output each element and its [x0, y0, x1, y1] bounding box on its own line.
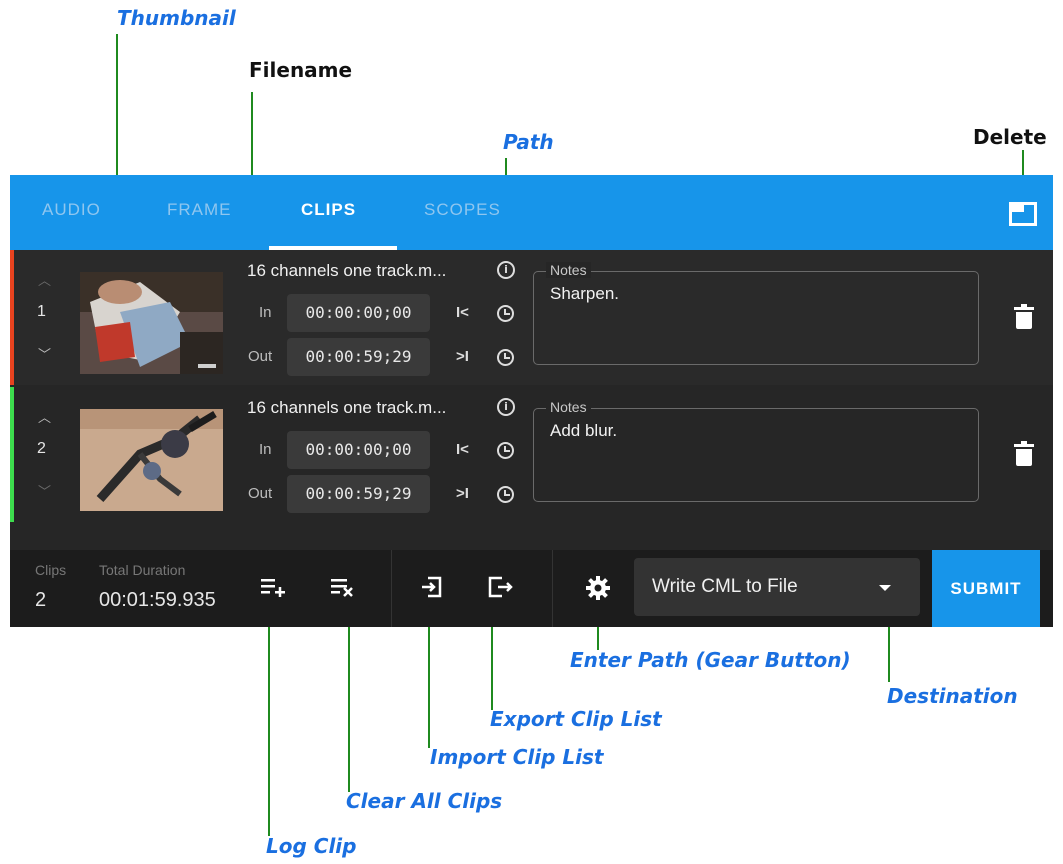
notes-field[interactable]: Notes Add blur.	[533, 399, 979, 502]
delete-clip-trash-icon[interactable]	[1014, 441, 1034, 466]
move-up-icon[interactable]: ︿	[38, 407, 51, 426]
clips-count-value: 2	[35, 589, 47, 611]
callout-enter-path: Enter Path (Gear Button)	[570, 648, 851, 672]
clip-color-stripe	[10, 387, 14, 522]
callout-log-clip: Log Clip	[266, 834, 357, 858]
out-timecode-field[interactable]: 00:00:59;29	[287, 475, 430, 513]
clip-number: 2	[37, 440, 46, 457]
in-timecode-field[interactable]: 00:00:00;00	[287, 431, 430, 469]
path-info-icon[interactable]: i	[497, 261, 515, 279]
dropdown-arrow-icon	[879, 585, 891, 591]
clip-thumbnail	[80, 409, 223, 511]
notes-text: Add blur.	[550, 421, 618, 440]
leader-destination	[888, 618, 890, 682]
leader-log-clip	[268, 600, 270, 836]
tab-scopes[interactable]: SCOPES	[424, 200, 501, 220]
destination-select[interactable]: Write CML to File	[634, 558, 920, 616]
set-out-clock-icon[interactable]	[497, 486, 514, 503]
go-to-out-icon[interactable]: >I	[456, 348, 469, 365]
go-to-in-icon[interactable]: I<	[456, 441, 469, 458]
clip-row: ︿ 2 ﹀ 16 channels one track.m... i In 00…	[10, 387, 1053, 522]
clips-panel: AUDIO FRAME CLIPS SCOPES ︿ 1 ﹀ 16 channe…	[10, 175, 1053, 627]
export-clip-list-icon[interactable]	[488, 575, 514, 604]
in-timecode-field[interactable]: 00:00:00;00	[287, 294, 430, 332]
callout-import-clip-list: Import Clip List	[430, 745, 604, 769]
tab-bar: AUDIO FRAME CLIPS SCOPES	[10, 175, 1053, 250]
clip-filename: 16 channels one track.m...	[247, 261, 447, 280]
set-out-clock-icon[interactable]	[497, 349, 514, 366]
layout-toggle-icon[interactable]	[1009, 202, 1037, 226]
delete-clip-trash-icon[interactable]	[1014, 304, 1034, 329]
path-info-icon[interactable]: i	[497, 398, 515, 416]
notes-field[interactable]: Notes Sharpen.	[533, 262, 979, 365]
tab-clips[interactable]: CLIPS	[301, 200, 356, 220]
go-to-in-icon[interactable]: I<	[456, 304, 469, 321]
set-in-clock-icon[interactable]	[497, 442, 514, 459]
submit-button[interactable]: SUBMIT	[932, 550, 1040, 627]
tab-audio[interactable]: AUDIO	[42, 200, 101, 220]
clips-count-label: Clips	[35, 562, 67, 578]
clip-color-stripe	[10, 250, 14, 385]
clips-footer: Clips 2 Total Duration 00:01:59.935 Writ…	[10, 550, 1053, 627]
clip-row: ︿ 1 ﹀ 16 channels one track.m... i In 00…	[10, 250, 1053, 385]
callout-delete: Delete	[973, 125, 1047, 149]
tab-frame[interactable]: FRAME	[167, 200, 232, 220]
total-duration-label: Total Duration	[99, 562, 186, 578]
in-label: In	[259, 441, 272, 458]
clear-all-clips-icon[interactable]	[331, 577, 355, 602]
move-down-icon[interactable]: ﹀	[38, 344, 51, 363]
log-clip-icon[interactable]	[261, 577, 285, 602]
clip-filename: 16 channels one track.m...	[247, 398, 447, 417]
callout-destination: Destination	[887, 684, 1018, 708]
go-to-out-icon[interactable]: >I	[456, 485, 469, 502]
clip-thumbnail	[80, 272, 223, 374]
callout-clear-all-clips: Clear All Clips	[346, 789, 503, 813]
footer-divider	[552, 550, 553, 627]
callout-path: Path	[503, 130, 554, 154]
clip-number: 1	[37, 303, 46, 320]
callout-export-clip-list: Export Clip List	[490, 707, 662, 731]
gear-icon[interactable]	[585, 575, 611, 606]
out-label: Out	[248, 348, 273, 365]
notes-text: Sharpen.	[550, 284, 619, 303]
notes-label: Notes	[546, 262, 591, 278]
callout-thumbnail: Thumbnail	[117, 6, 236, 30]
move-up-icon[interactable]: ︿	[38, 270, 51, 289]
set-in-clock-icon[interactable]	[497, 305, 514, 322]
out-timecode-field[interactable]: 00:00:59;29	[287, 338, 430, 376]
leader-clear-all	[348, 600, 350, 792]
import-clip-list-icon[interactable]	[420, 575, 444, 604]
total-duration-value: 00:01:59.935	[99, 589, 216, 611]
move-down-icon[interactable]: ﹀	[38, 481, 51, 500]
out-label: Out	[248, 485, 273, 502]
footer-divider	[391, 550, 392, 627]
destination-value: Write CML to File	[652, 576, 798, 597]
callout-filename: Filename	[249, 58, 353, 82]
notes-label: Notes	[546, 399, 591, 415]
in-label: In	[259, 304, 272, 321]
